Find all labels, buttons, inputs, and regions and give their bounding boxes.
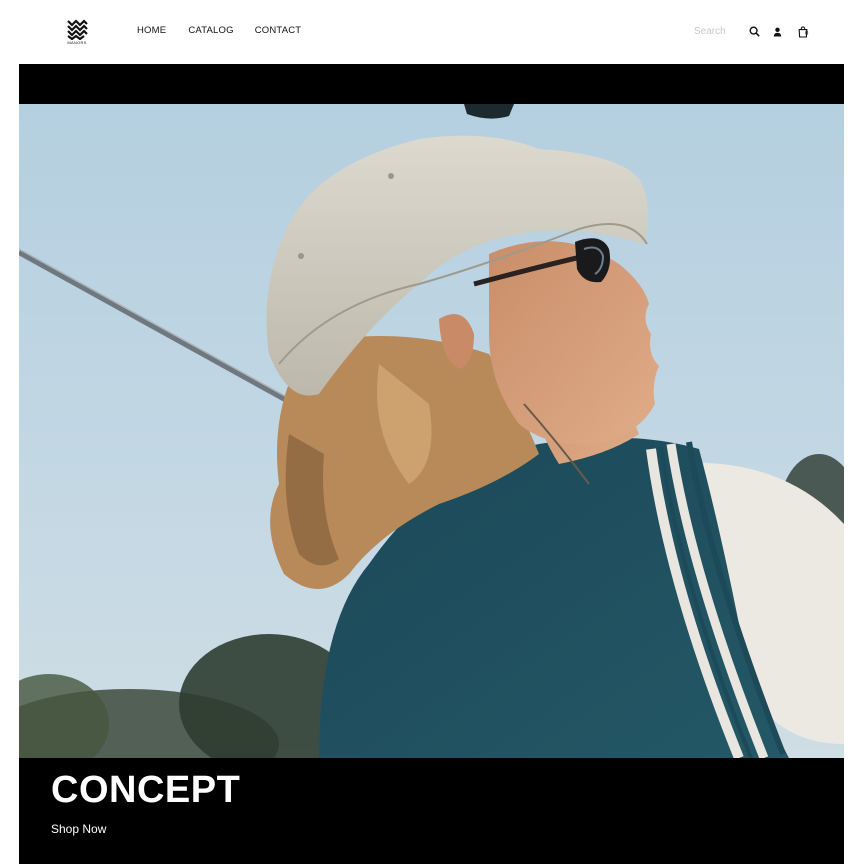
hero-title: CONCEPT — [51, 769, 241, 811]
site-header: MANORS HOME CATALOG CONTACT Search 0 — [0, 0, 864, 64]
hero-image — [19, 104, 844, 758]
nav-home[interactable]: HOME — [137, 25, 166, 37]
main-nav: HOME CATALOG CONTACT — [137, 25, 323, 37]
cart-count-badge: 0 — [805, 31, 809, 37]
logo-text: MANORS — [67, 40, 87, 45]
account-icon[interactable] — [771, 25, 784, 38]
shop-now-link[interactable]: Shop Now — [51, 822, 106, 836]
logo[interactable]: MANORS — [62, 18, 92, 50]
page: MANORS HOME CATALOG CONTACT Search 0 CON… — [0, 0, 864, 864]
search-input[interactable] — [694, 24, 740, 38]
hero-letterbox-top — [19, 64, 844, 104]
nav-catalog[interactable]: CATALOG — [188, 25, 233, 37]
hero-banner[interactable]: CONCEPT Shop Now — [19, 64, 844, 864]
search-icon[interactable] — [748, 25, 761, 38]
logo-mark-icon — [67, 19, 88, 40]
nav-contact[interactable]: CONTACT — [255, 25, 302, 37]
hero-caption-band: CONCEPT Shop Now — [19, 758, 844, 864]
